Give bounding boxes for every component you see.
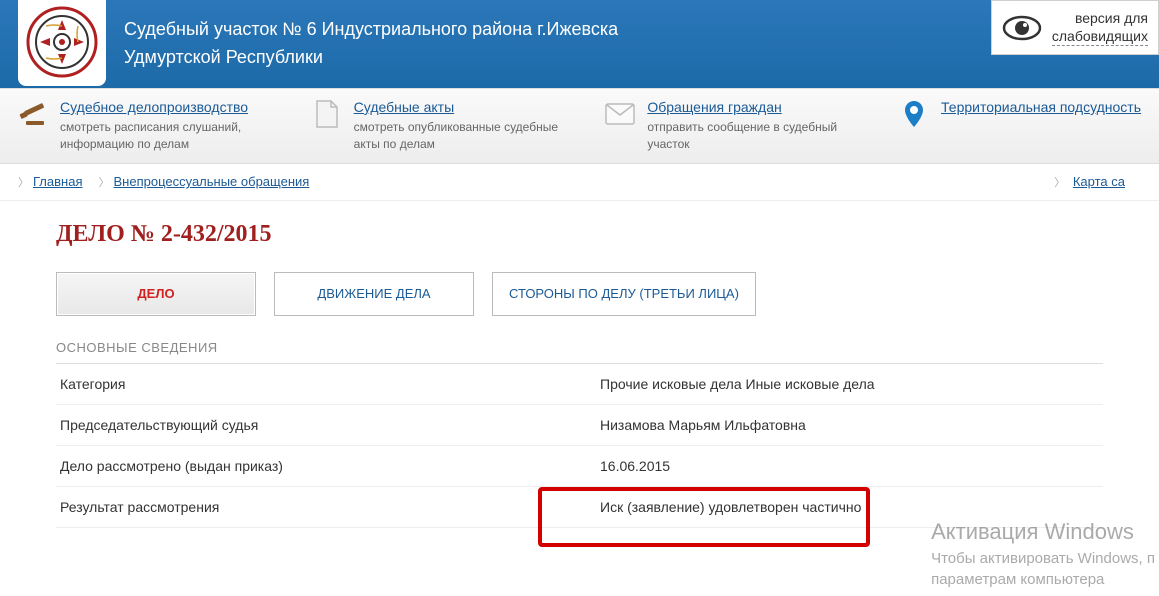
watermark-title: Активация Windows [931,517,1155,548]
table-row: Категория Прочие исковые дела Иные исков… [56,364,1103,405]
breadcrumb-sitemap[interactable]: Карта са [1073,174,1125,189]
main-navbar: Судебное делопроизводство смотреть распи… [0,88,1159,164]
accessibility-label: версия для слабовидящих [1052,9,1148,46]
nav-link-acts[interactable]: Судебные акты [354,99,454,115]
row-label: Дело рассмотрено (выдан приказ) [56,445,596,486]
case-title: ДЕЛО № 2-432/2015 [56,221,1103,248]
nav-link-jurisdiction[interactable]: Территориальная подсудность [941,99,1141,115]
nav-item-appeals[interactable]: Обращения граждан отправить сообщение в … [605,99,869,153]
document-icon [312,99,342,129]
windows-watermark: Активация Windows Чтобы активировать Win… [931,517,1155,590]
eye-icon [1002,15,1042,41]
breadcrumb: 〉 Главная 〉 Внепроцессуальные обращения … [0,164,1159,201]
nav-desc-acts: смотреть опубликованные судебные акты по… [354,119,576,153]
chevron-right-icon: 〉 [1054,177,1065,189]
tab-movement[interactable]: ДВИЖЕНИЕ ДЕЛА [274,272,474,316]
row-label: Категория [56,364,596,405]
case-info-table: Категория Прочие исковые дела Иные исков… [56,364,1103,528]
chevron-right-icon: 〉 [18,174,29,190]
pin-icon [899,99,929,129]
table-row: Председательствующий судья Низамова Марь… [56,404,1103,445]
gavel-icon [18,99,48,129]
nav-item-cases[interactable]: Судебное делопроизводство смотреть распи… [18,99,282,153]
case-content: ДЕЛО № 2-432/2015 ДЕЛО ДВИЖЕНИЕ ДЕЛА СТО… [0,201,1159,548]
tab-parties[interactable]: СТОРОНЫ ПО ДЕЛУ (ТРЕТЬИ ЛИЦА) [492,272,756,316]
breadcrumb-appeals[interactable]: Внепроцессуальные обращения [113,174,309,189]
site-title-line1: Судебный участок № 6 Индустриального рай… [124,16,1141,44]
section-title: ОСНОВНЫЕ СВЕДЕНИЯ [56,340,1103,364]
envelope-icon [605,99,635,129]
case-tabs: ДЕЛО ДВИЖЕНИЕ ДЕЛА СТОРОНЫ ПО ДЕЛУ (ТРЕТ… [56,272,1103,316]
row-value: 16.06.2015 [596,445,1103,486]
nav-item-acts[interactable]: Судебные акты смотреть опубликованные су… [312,99,576,153]
site-emblem [18,0,106,86]
table-row: Дело рассмотрено (выдан приказ) 16.06.20… [56,445,1103,486]
row-value: Прочие исковые дела Иные исковые дела [596,364,1103,405]
watermark-desc: Чтобы активировать Windows, п параметрам… [931,548,1155,590]
row-value: Низамова Марьям Ильфатовна [596,404,1103,445]
row-label: Результат рассмотрения [56,486,596,527]
accessibility-toggle[interactable]: версия для слабовидящих [991,0,1159,55]
site-title-line2: Удмуртской Республики [124,44,1141,72]
emblem-icon [26,6,98,78]
site-header: Судебный участок № 6 Индустриального рай… [0,0,1159,88]
tab-case[interactable]: ДЕЛО [56,272,256,316]
nav-desc-cases: смотреть расписания слушаний, информацию… [60,119,282,153]
breadcrumb-home[interactable]: Главная [33,174,82,189]
row-label: Председательствующий судья [56,404,596,445]
nav-link-cases[interactable]: Судебное делопроизводство [60,99,248,115]
chevron-right-icon: 〉 [98,174,109,190]
nav-desc-appeals: отправить сообщение в судебный участок [647,119,869,153]
site-title: Судебный участок № 6 Индустриального рай… [124,16,1141,72]
nav-item-jurisdiction[interactable]: Территориальная подсудность [899,99,1141,153]
nav-link-appeals[interactable]: Обращения граждан [647,99,781,115]
